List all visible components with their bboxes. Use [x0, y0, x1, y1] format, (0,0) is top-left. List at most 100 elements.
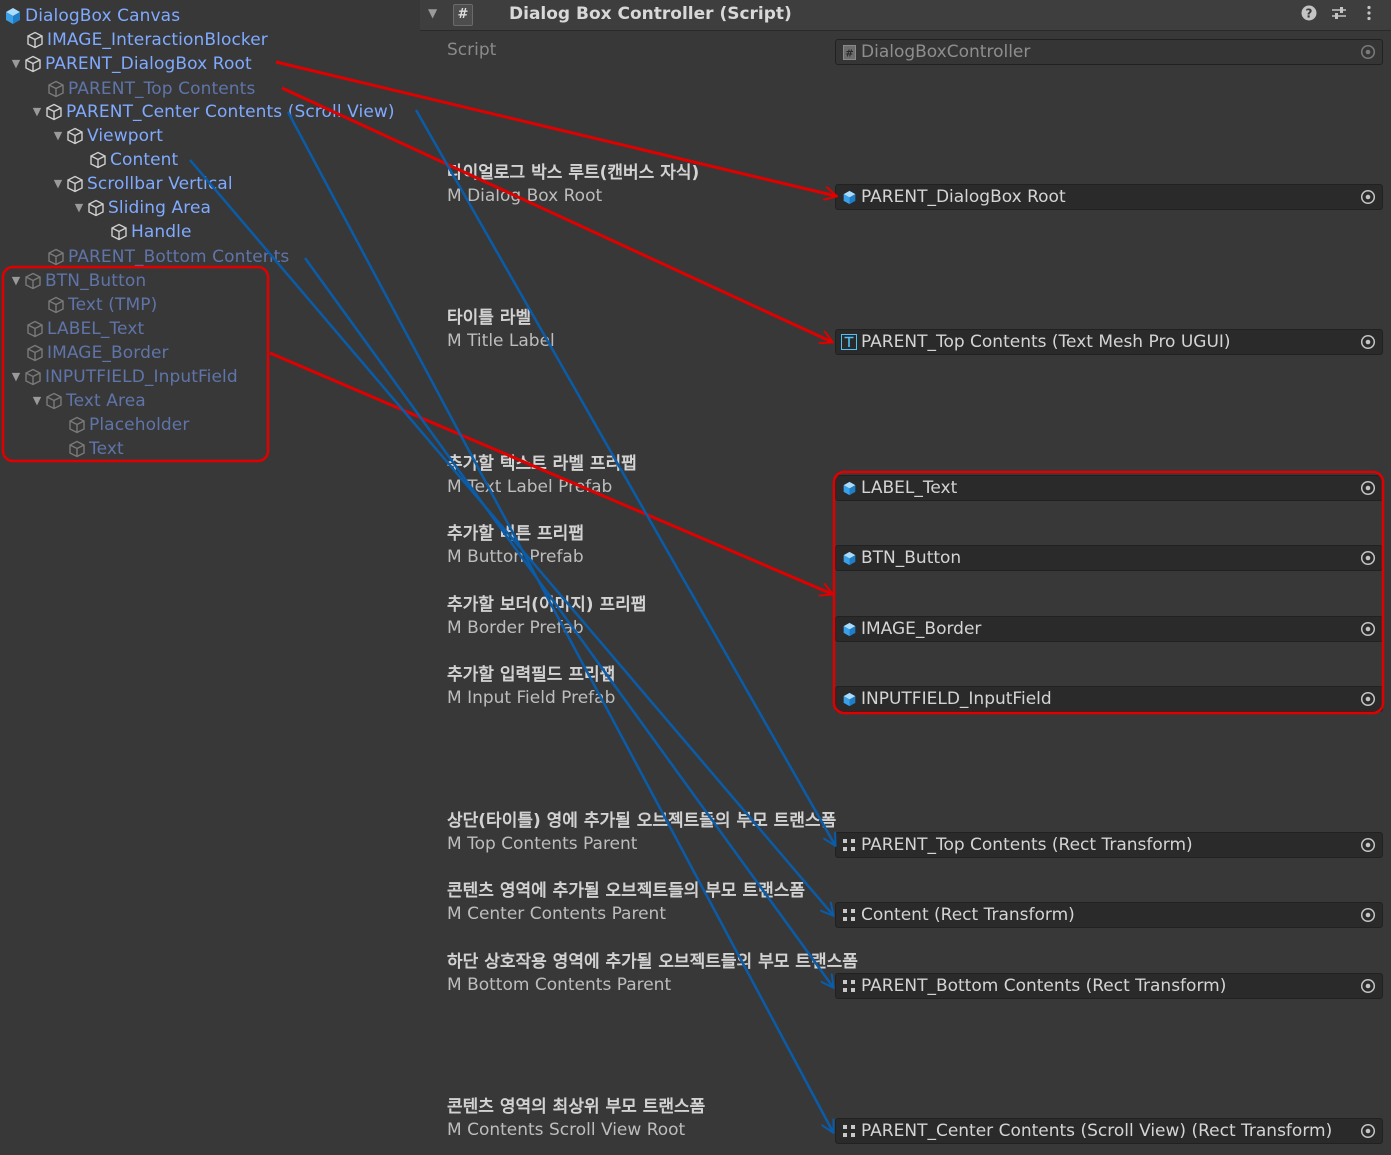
- hierarchy-item-bottom-contents[interactable]: PARENT_Bottom Contents: [47, 245, 289, 269]
- header-title-label: 타이틀 라벨: [447, 308, 532, 328]
- fold-arrow-icon[interactable]: ▼: [428, 6, 437, 20]
- hierarchy-item-label: DialogBox Canvas: [25, 6, 181, 26]
- object-picker-icon[interactable]: [1360, 1123, 1376, 1139]
- object-picker-icon[interactable]: [1360, 189, 1376, 205]
- hierarchy-item-label: INPUTFIELD_InputField: [45, 367, 238, 387]
- field-title-label[interactable]: PARENT_Top Contents (Text Mesh Pro UGUI): [835, 329, 1383, 355]
- object-picker-icon[interactable]: [1360, 334, 1376, 350]
- hierarchy-item-label-text[interactable]: LABEL_Text: [26, 317, 144, 341]
- gameobject-icon: [68, 440, 86, 458]
- gameobject-icon: [87, 199, 105, 217]
- object-picker-icon[interactable]: [1360, 907, 1376, 923]
- label-title-label: M Title Label: [447, 331, 555, 351]
- field-input-field-prefab[interactable]: INPUTFIELD_InputField: [835, 686, 1383, 712]
- script-field: # DialogBoxController: [835, 39, 1383, 65]
- recttransform-icon: [841, 978, 857, 994]
- object-picker-icon: [1360, 44, 1376, 60]
- hierarchy-item-label: Scrollbar Vertical: [87, 174, 233, 194]
- hierarchy-item-scrollbar-vertical[interactable]: ▼ Scrollbar Vertical: [50, 172, 233, 196]
- field-button-prefab[interactable]: BTN_Button: [835, 545, 1383, 571]
- help-icon[interactable]: ?: [1301, 5, 1317, 25]
- gameobject-icon: [47, 80, 65, 98]
- hierarchy-item-dialogbox-canvas[interactable]: DialogBox Canvas: [4, 4, 180, 28]
- hierarchy-item-dialogbox-root[interactable]: ▼ PARENT_DialogBox Root: [8, 52, 252, 76]
- field-top-contents-parent[interactable]: PARENT_Top Contents (Rect Transform): [835, 832, 1383, 858]
- field-border-prefab[interactable]: IMAGE_Border: [835, 616, 1383, 642]
- recttransform-icon: [841, 837, 857, 853]
- fold-arrow-icon[interactable]: ▼: [71, 196, 87, 220]
- object-picker-icon[interactable]: [1360, 621, 1376, 637]
- fold-arrow-icon[interactable]: ▼: [50, 124, 66, 148]
- script-file-icon: #: [841, 44, 857, 60]
- hierarchy-item-top-contents[interactable]: PARENT_Top Contents: [47, 77, 255, 101]
- hierarchy-item-label: Sliding Area: [108, 198, 212, 218]
- fold-arrow-icon[interactable]: ▼: [8, 269, 24, 293]
- hierarchy-item-image-border[interactable]: IMAGE_Border: [26, 341, 169, 365]
- hierarchy-item-label: LABEL_Text: [47, 319, 145, 339]
- hierarchy-item-btn-button[interactable]: ▼ BTN_Button: [8, 269, 146, 293]
- field-value: IMAGE_Border: [861, 619, 982, 639]
- hierarchy-item-content[interactable]: Content: [89, 148, 178, 172]
- fold-arrow-icon[interactable]: ▼: [29, 389, 45, 413]
- hierarchy-item-center-contents[interactable]: ▼ PARENT_Center Contents (Scroll View): [29, 100, 395, 124]
- hierarchy-item-placeholder[interactable]: Placeholder: [68, 413, 189, 437]
- label-text-label-prefab: M Text Label Prefab: [447, 477, 613, 497]
- field-value: BTN_Button: [861, 548, 962, 568]
- hierarchy-item-interaction-blocker[interactable]: IMAGE_InteractionBlocker: [26, 28, 268, 52]
- object-picker-icon[interactable]: [1360, 978, 1376, 994]
- fold-arrow-icon[interactable]: ▼: [8, 365, 24, 389]
- object-picker-icon[interactable]: [1360, 837, 1376, 853]
- fold-arrow-icon[interactable]: ▼: [8, 52, 24, 76]
- prefab-icon: [841, 480, 857, 496]
- object-picker-icon[interactable]: [1360, 480, 1376, 496]
- hierarchy-item-text-area[interactable]: ▼ Text Area: [29, 389, 146, 413]
- label-dialog-box-root: M Dialog Box Root: [447, 186, 603, 206]
- field-text-label-prefab[interactable]: LABEL_Text: [835, 475, 1383, 501]
- hierarchy-item-label: PARENT_DialogBox Root: [45, 54, 252, 74]
- header-button-prefab: 추가할 버튼 프리팹: [447, 524, 584, 544]
- component-header[interactable]: ▼ # Dialog Box Controller (Script) ?: [420, 0, 1391, 31]
- field-bottom-contents-parent[interactable]: PARENT_Bottom Contents (Rect Transform): [835, 973, 1383, 999]
- recttransform-icon: [841, 907, 857, 923]
- label-border-prefab: M Border Prefab: [447, 618, 584, 638]
- hierarchy-item-label: Handle: [131, 222, 192, 242]
- field-contents-scroll-view-root[interactable]: PARENT_Center Contents (Scroll View) (Re…: [835, 1118, 1383, 1144]
- field-center-contents-parent[interactable]: Content (Rect Transform): [835, 902, 1383, 928]
- label-center-contents-parent: M Center Contents Parent: [447, 904, 666, 924]
- gameobject-icon: [24, 368, 42, 386]
- more-menu-icon[interactable]: [1361, 5, 1377, 25]
- hierarchy-item-handle[interactable]: Handle: [110, 220, 192, 244]
- prefab-icon: [4, 7, 22, 25]
- label-bottom-contents-parent: M Bottom Contents Parent: [447, 975, 672, 995]
- gameobject-icon: [24, 55, 42, 73]
- hierarchy-item-label: IMAGE_InteractionBlocker: [47, 30, 268, 50]
- svg-text:#: #: [845, 48, 853, 59]
- gameobject-icon: [26, 344, 44, 362]
- gameobject-icon: [45, 103, 63, 121]
- header-bottom-contents-parent: 하단 상호작용 영역에 추가될 오브젝트들의 부모 트랜스폼: [447, 952, 858, 972]
- label-top-contents-parent: M Top Contents Parent: [447, 834, 638, 854]
- field-value: Content (Rect Transform): [861, 905, 1075, 925]
- hierarchy-item-inputfield[interactable]: ▼ INPUTFIELD_InputField: [8, 365, 238, 389]
- prefab-icon: [841, 189, 857, 205]
- field-value: PARENT_DialogBox Root: [861, 187, 1066, 207]
- hierarchy-panel: DialogBox Canvas IMAGE_InteractionBlocke…: [0, 0, 420, 1155]
- hierarchy-item-sliding-area[interactable]: ▼ Sliding Area: [71, 196, 211, 220]
- object-picker-icon[interactable]: [1360, 550, 1376, 566]
- object-picker-icon[interactable]: [1360, 691, 1376, 707]
- hierarchy-item-viewport[interactable]: ▼ Viewport: [50, 124, 163, 148]
- fold-arrow-icon[interactable]: ▼: [50, 172, 66, 196]
- label-input-field-prefab: M Input Field Prefab: [447, 688, 616, 708]
- field-dialog-box-root[interactable]: PARENT_DialogBox Root: [835, 184, 1383, 210]
- preset-icon[interactable]: [1331, 5, 1347, 25]
- gameobject-icon: [45, 392, 63, 410]
- prefab-icon: [841, 550, 857, 566]
- hierarchy-item-text[interactable]: Text: [68, 437, 124, 461]
- hierarchy-item-label: PARENT_Top Contents: [68, 79, 256, 99]
- gameobject-icon: [89, 151, 107, 169]
- header-center-contents-parent: 콘텐츠 영역에 추가될 오브젝트들의 부모 트랜스폼: [447, 881, 806, 901]
- hierarchy-item-text-tmp[interactable]: Text (TMP): [47, 293, 157, 317]
- inspector-panel: ▼ # Dialog Box Controller (Script) ? Scr…: [420, 0, 1391, 1155]
- hierarchy-item-label: PARENT_Bottom Contents: [68, 247, 290, 267]
- fold-arrow-icon[interactable]: ▼: [29, 100, 45, 124]
